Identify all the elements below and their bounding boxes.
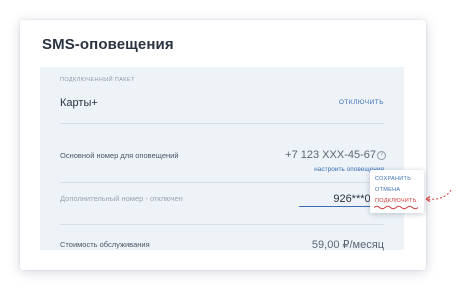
divider — [60, 224, 384, 225]
card-title: SMS-оповещения — [42, 36, 174, 53]
pointer-arrow-icon — [425, 189, 452, 203]
package-name: Карты+ — [60, 97, 98, 109]
cost-label: Стоимость обслуживания — [60, 240, 150, 249]
cost-value: 59,00 ₽/месяц — [311, 239, 384, 251]
divider — [60, 182, 384, 183]
sms-notifications-card: SMS-оповещения подключенный пакет Карты+… — [20, 20, 426, 270]
save-button[interactable]: сохранить — [375, 176, 411, 182]
main-number-label: Основной номер для оповещений — [60, 151, 179, 160]
action-popup: сохранить отмена подключить — [370, 170, 424, 213]
main-number-value: +7 123 XXX-45-67 — [285, 149, 376, 161]
extra-number-label: Дополнительный номер - отключен — [60, 194, 183, 203]
package-caption: подключенный пакет — [60, 77, 135, 83]
cancel-button[interactable]: отмена — [375, 187, 400, 193]
connect-button[interactable]: подключить — [375, 198, 417, 204]
wavy-underline-icon — [374, 205, 418, 210]
info-icon[interactable]: ? — [377, 151, 386, 160]
divider — [60, 123, 384, 124]
disable-package-link[interactable]: отключить — [339, 99, 384, 106]
settings-panel: подключенный пакет Карты+ отключить Осно… — [40, 67, 404, 251]
